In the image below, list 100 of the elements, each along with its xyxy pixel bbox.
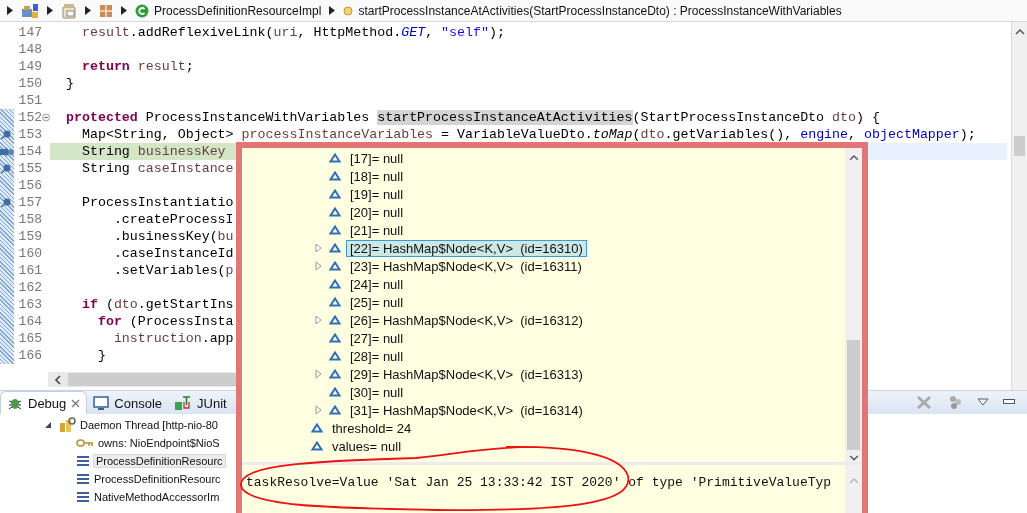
- view-tab[interactable]: Debug: [0, 391, 88, 414]
- field-icon: [329, 171, 341, 181]
- line-number: 154: [17, 144, 42, 159]
- field-icon: [329, 189, 341, 199]
- code-line: for (ProcessInsta: [96, 314, 234, 329]
- variable-item[interactable]: [26]= HashMap$Node<K,V> (id=16312): [346, 311, 587, 329]
- variable-item[interactable]: [20]= null: [346, 203, 408, 221]
- variable-item[interactable]: [30]= null: [346, 383, 408, 401]
- breadcrumb-arrow-icon: [85, 6, 91, 15]
- breadcrumb-item[interactable]: [99, 3, 113, 18]
- stack-frame-icon: [76, 491, 90, 503]
- code-line: .createProcessI: [112, 212, 234, 227]
- remove-all-icon[interactable]: [915, 394, 933, 410]
- line-number: 155: [17, 161, 42, 176]
- breadcrumb-item[interactable]: ProcessDefinitionResourceImpl: [135, 3, 322, 18]
- line-number: 166: [17, 348, 42, 363]
- field-icon: [329, 279, 341, 289]
- variable-item[interactable]: [29]= HashMap$Node<K,V> (id=16313): [346, 365, 587, 383]
- stack-frame-icon: [76, 473, 90, 485]
- field-icon: [329, 405, 341, 415]
- variable-item[interactable]: threshold= 24: [328, 419, 416, 437]
- collapsed-triangle-icon[interactable]: [314, 369, 322, 379]
- field-icon: [329, 351, 341, 361]
- scroll-thumb[interactable]: [847, 339, 860, 451]
- variable-item[interactable]: [22]= HashMap$Node<K,V> (id=16310): [346, 239, 587, 257]
- code-line: result.addReflexiveLink(uri, HttpMethod.GET, "self");: [80, 25, 505, 40]
- code-line: Map<String, Object> processInstanceVariables = VariableValueDto.toMap(dto.getVariables(), engine, objectMapper);: [80, 127, 976, 142]
- line-number: 157: [17, 195, 42, 210]
- method-icon: [343, 5, 354, 16]
- breadcrumb-item[interactable]: [21, 2, 39, 19]
- code-line: .businessKey(bu: [112, 229, 234, 244]
- field-icon: [329, 297, 341, 307]
- breadcrumb-item[interactable]: [61, 2, 77, 19]
- code-line: }: [96, 348, 106, 363]
- scroll-thumb[interactable]: [1014, 136, 1025, 156]
- scroll-down-icon[interactable]: [848, 454, 859, 462]
- field-icon: [329, 207, 341, 217]
- collapsed-triangle-icon[interactable]: [314, 315, 322, 325]
- breadcrumb-arrow-icon: [121, 6, 127, 15]
- variable-item[interactable]: [19]= null: [346, 185, 408, 203]
- tree-item[interactable]: Daemon Thread [http-nio-80: [80, 419, 218, 431]
- variable-item[interactable]: [27]= null: [346, 329, 408, 347]
- tree-item[interactable]: owns: NioEndpoint$NioS: [98, 437, 220, 449]
- scroll-left-icon[interactable]: [54, 374, 62, 385]
- field-icon: [329, 387, 341, 397]
- line-number: 158: [17, 212, 42, 227]
- tree-item[interactable]: NativeMethodAccessorIm: [94, 491, 220, 503]
- variable-item[interactable]: [31]= HashMap$Node<K,V> (id=16314): [346, 401, 587, 419]
- field-icon: [329, 225, 341, 235]
- line-number: 147: [17, 25, 42, 40]
- variable-item[interactable]: [24]= null: [346, 275, 408, 293]
- thread-icon: [58, 417, 76, 433]
- field-icon: [329, 243, 341, 253]
- breadcrumb-item[interactable]: startProcessInstanceAtActivities(StartProcessInstanceDto) : ProcessInstanceWithVariables: [343, 3, 842, 18]
- field-icon: [329, 261, 341, 271]
- line-number: 149: [17, 59, 42, 74]
- project-icon: [21, 2, 39, 19]
- tree-item[interactable]: ProcessDefinitionResourc: [94, 455, 225, 467]
- collapse-icon[interactable]: [42, 113, 50, 122]
- code-line: String businessKey: [80, 144, 226, 159]
- class-icon: [135, 3, 149, 18]
- threads-icon[interactable]: [947, 394, 963, 410]
- minimize-icon[interactable]: [1003, 399, 1015, 405]
- variable-item[interactable]: [23]= HashMap$Node<K,V> (id=16311): [346, 257, 586, 275]
- view-tab[interactable]: Console: [87, 392, 168, 414]
- line-number: 159: [17, 229, 42, 244]
- package-icon: [99, 3, 113, 18]
- tree-item[interactable]: ProcessDefinitionResourc: [94, 473, 221, 485]
- scroll-up-icon[interactable]: [1014, 28, 1025, 36]
- breadcrumb-arrow-icon: [7, 6, 13, 15]
- line-number: 163: [17, 297, 42, 312]
- detail-text: taskResolve=Value 'Sat Jan 25 13:33:42 IST 2020' of type 'PrimitiveValueTyp: [246, 475, 832, 490]
- field-icon: [329, 153, 341, 163]
- variable-item[interactable]: [25]= null: [346, 293, 408, 311]
- line-number: 160: [17, 246, 42, 261]
- field-icon: [329, 315, 341, 325]
- scroll-up-icon[interactable]: [848, 154, 859, 162]
- view-menu-icon[interactable]: [977, 398, 989, 406]
- detail-scrollbar[interactable]: [845, 465, 862, 513]
- field-icon: [329, 369, 341, 379]
- monitor-icon: [93, 395, 110, 411]
- variable-item[interactable]: [17]= null: [346, 149, 408, 167]
- line-number: 161: [17, 263, 42, 278]
- expanded-triangle-icon[interactable]: [44, 421, 52, 429]
- variable-item[interactable]: [18]= null: [346, 167, 408, 185]
- line-number: 152: [17, 110, 42, 125]
- code-line: String caseInstance: [80, 161, 234, 176]
- code-line: }: [66, 76, 74, 91]
- close-icon[interactable]: [71, 398, 81, 408]
- breadcrumb-arrow-icon: [47, 6, 53, 15]
- popup-scrollbar[interactable]: [845, 148, 862, 462]
- view-tab[interactable]: JUnit: [168, 392, 233, 414]
- line-number: 150: [17, 76, 42, 91]
- line-number: 162: [17, 280, 42, 295]
- field-icon: [311, 441, 323, 451]
- variable-item[interactable]: [21]= null: [346, 221, 408, 239]
- vertical-scrollbar[interactable]: [1011, 22, 1027, 390]
- variable-item[interactable]: [28]= null: [346, 347, 408, 365]
- collapsed-triangle-icon[interactable]: [314, 405, 322, 415]
- variable-item[interactable]: values= null: [328, 437, 406, 455]
